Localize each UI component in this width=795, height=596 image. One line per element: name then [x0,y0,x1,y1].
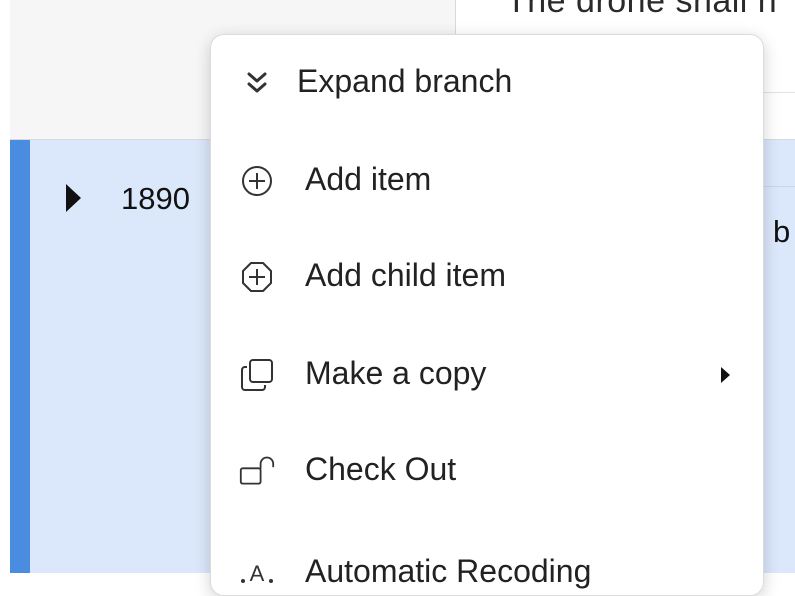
menu-item-add-child-item[interactable]: Add child item [211,229,763,325]
svg-text:A: A [250,561,265,586]
context-menu: Expand branch Add item Add child item Ma… [210,34,764,596]
menu-item-label: Add child item [305,257,506,293]
menu-item-add-item[interactable]: Add item [211,133,763,229]
menu-item-label: Check Out [305,451,457,487]
menu-item-automatic-recoding[interactable]: A Automatic Recoding [211,519,763,595]
left-margin [0,0,10,573]
menu-item-make-a-copy[interactable]: Make a copy [211,327,763,423]
row-id: 1890 [121,181,190,216]
menu-item-label: Make a copy [305,355,487,391]
double-chevron-down-icon [239,65,275,101]
menu-item-label: Add item [305,161,432,197]
plus-circle-icon [239,163,275,199]
menu-item-label: Expand branch [297,63,513,99]
row-text-fragment: b [773,214,791,249]
submenu-arrow-icon [721,367,730,383]
menu-item-check-out[interactable]: Check Out [211,423,763,519]
menu-item-expand-branch[interactable]: Expand branch [211,35,763,131]
row-selection-accent [10,140,30,573]
automatic-recoding-icon: A [239,555,275,591]
cell-divider [762,92,795,93]
unlock-icon [239,453,275,489]
truncated-requirement-text: The drone shall n [506,0,778,20]
expand-triangle-icon[interactable] [66,184,81,212]
cell-divider [762,186,795,187]
menu-item-label: Automatic Recoding [305,553,592,589]
plus-octagon-icon [239,259,275,295]
copy-icon [239,357,275,393]
